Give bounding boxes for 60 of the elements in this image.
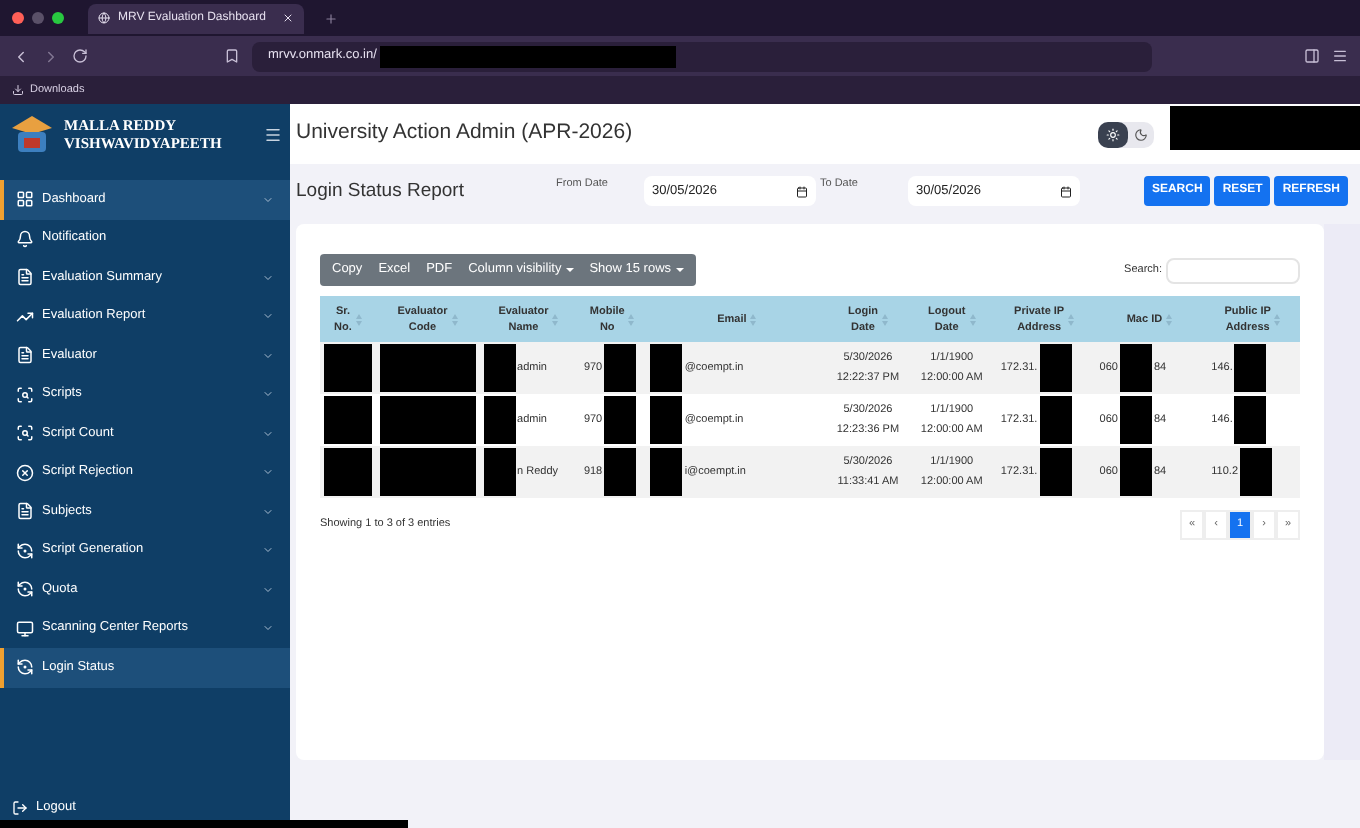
redaction-block bbox=[1119, 448, 1152, 496]
redaction-block bbox=[324, 344, 372, 392]
redaction-block bbox=[483, 344, 516, 392]
logo-icon bbox=[8, 112, 56, 156]
maximize-window-icon[interactable] bbox=[52, 12, 64, 24]
calendar-icon bbox=[796, 185, 808, 197]
globe-icon bbox=[98, 12, 110, 24]
menu-item-icon bbox=[16, 346, 34, 365]
redaction-block bbox=[1234, 396, 1267, 444]
menu-item-icon bbox=[16, 580, 34, 599]
menu-item-icon bbox=[16, 658, 34, 677]
new-tab-icon[interactable] bbox=[324, 11, 338, 25]
redaction-block bbox=[483, 448, 516, 496]
redaction-block bbox=[483, 396, 516, 444]
redaction-block bbox=[379, 396, 476, 444]
menu-item-icon bbox=[16, 463, 34, 482]
page-title: University Action Admin (APR-2026) bbox=[296, 118, 635, 149]
moon-icon bbox=[1134, 127, 1148, 141]
reload-icon[interactable] bbox=[72, 48, 88, 64]
minimize-window-icon[interactable] bbox=[32, 12, 44, 24]
sun-icon bbox=[1106, 127, 1120, 141]
theme-toggle[interactable] bbox=[1098, 121, 1154, 147]
menu-item-icon bbox=[16, 619, 34, 638]
redaction-block bbox=[1119, 344, 1152, 392]
close-icon[interactable] bbox=[282, 12, 294, 24]
redaction-block bbox=[604, 344, 637, 392]
menu-item-icon bbox=[16, 268, 34, 287]
menu-icon[interactable] bbox=[1332, 48, 1348, 64]
close-window-icon[interactable] bbox=[12, 12, 24, 24]
redaction-block bbox=[650, 448, 683, 496]
menu-icon[interactable] bbox=[264, 125, 282, 143]
menu-item-icon bbox=[16, 385, 34, 404]
menu-item-icon bbox=[16, 229, 34, 248]
bookmark-icon[interactable] bbox=[224, 48, 240, 64]
redaction-block bbox=[1119, 396, 1152, 444]
report-title: Login Status Report bbox=[296, 178, 466, 206]
back-icon[interactable] bbox=[12, 47, 30, 65]
redaction-block bbox=[379, 448, 476, 496]
redaction-block bbox=[324, 396, 372, 444]
menu-item-icon bbox=[16, 424, 34, 443]
download-icon bbox=[12, 84, 24, 96]
redaction-block bbox=[324, 448, 372, 496]
logout-icon bbox=[12, 800, 28, 817]
search-field[interactable] bbox=[1166, 257, 1300, 283]
menu-item-icon bbox=[16, 502, 34, 521]
redaction-block bbox=[1039, 344, 1072, 392]
redaction-block bbox=[604, 448, 637, 496]
redaction-block bbox=[650, 344, 683, 392]
sidebar-panel-icon[interactable] bbox=[1304, 48, 1320, 64]
redaction-block bbox=[1039, 448, 1072, 496]
calendar-icon bbox=[1060, 185, 1072, 197]
redaction-block bbox=[379, 344, 476, 392]
redaction-block bbox=[1039, 396, 1072, 444]
redaction-block bbox=[1234, 344, 1267, 392]
redaction-block bbox=[1240, 448, 1273, 496]
menu-item-icon bbox=[16, 541, 34, 560]
menu-item-icon bbox=[16, 307, 34, 326]
redaction-block bbox=[650, 396, 683, 444]
redaction-block bbox=[604, 396, 637, 444]
menu-item-icon bbox=[16, 190, 34, 209]
